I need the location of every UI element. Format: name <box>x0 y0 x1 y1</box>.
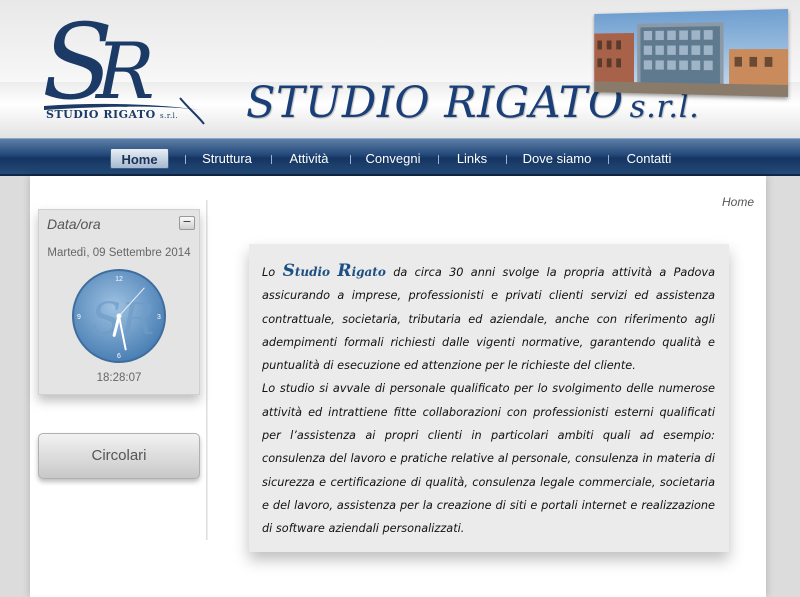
circolari-button[interactable]: Circolari <box>38 433 200 479</box>
nav-item-struttura[interactable]: Struttura <box>198 148 256 169</box>
clock-widget-title: Data/ora <box>47 216 101 232</box>
nav-separator <box>271 155 272 164</box>
intro-paragraph-2: Lo studio si avvale di personale qualifi… <box>262 382 715 536</box>
brand-word-tudio: tudio <box>294 265 331 279</box>
clock-date: Martedì, 09 Settembre 2014 <box>47 247 191 259</box>
logo-text-main: STUDIO RIGATO <box>46 108 156 121</box>
clock-numeral: 3 <box>157 314 161 321</box>
nav-item-convegni[interactable]: Convegni <box>364 148 422 169</box>
nav-item-attivita[interactable]: Attività <box>286 148 332 169</box>
brand-word-igato: igato <box>351 265 386 279</box>
nav-separator <box>438 155 439 164</box>
logo-text-suffix: s.r.l. <box>160 112 179 120</box>
site-title-main: STUDIO RIGATO <box>246 78 624 128</box>
nav-separator <box>506 155 507 164</box>
collapse-button[interactable]: − <box>179 216 195 230</box>
intro-paragraph-1: Lo Studio Rigato da circa 30 anni svolge… <box>262 260 715 377</box>
logo-text: STUDIO RIGATO s.r.l. <box>46 108 178 121</box>
nav-separator <box>185 155 186 164</box>
svg-text:R: R <box>94 27 155 117</box>
analog-clock: SR 12 3 6 9 <box>72 269 166 363</box>
main-nav: Home Struttura Attività Convegni Links D… <box>0 138 800 176</box>
brand-initial-r: R <box>337 261 352 281</box>
brand-initial-s: S <box>282 261 295 281</box>
intro-text-box: Lo Studio Rigato da circa 30 anni svolge… <box>249 244 729 552</box>
header-building-photo <box>594 9 788 97</box>
nav-item-dove-siamo[interactable]: Dove siamo <box>522 148 592 169</box>
nav-item-home[interactable]: Home <box>110 148 169 169</box>
nav-separator <box>350 155 351 164</box>
clock-widget: Data/ora − Martedì, 09 Settembre 2014 SR… <box>38 209 200 395</box>
clock-numeral: 6 <box>117 353 121 360</box>
clock-time: 18:28:07 <box>96 372 142 384</box>
breadcrumb[interactable]: Home <box>722 195 754 209</box>
clock-numeral: 9 <box>77 314 81 321</box>
intro-paragraph-1-text: da circa 30 anni svolge la propria attiv… <box>262 266 716 373</box>
sidebar-divider <box>206 200 208 540</box>
nav-item-contatti[interactable]: Contatti <box>624 148 674 169</box>
intro-prefix: Lo <box>262 266 276 279</box>
clock-numeral: 12 <box>115 276 123 283</box>
nav-item-links[interactable]: Links <box>454 148 490 169</box>
nav-separator <box>608 155 609 164</box>
clock-center <box>116 313 122 319</box>
